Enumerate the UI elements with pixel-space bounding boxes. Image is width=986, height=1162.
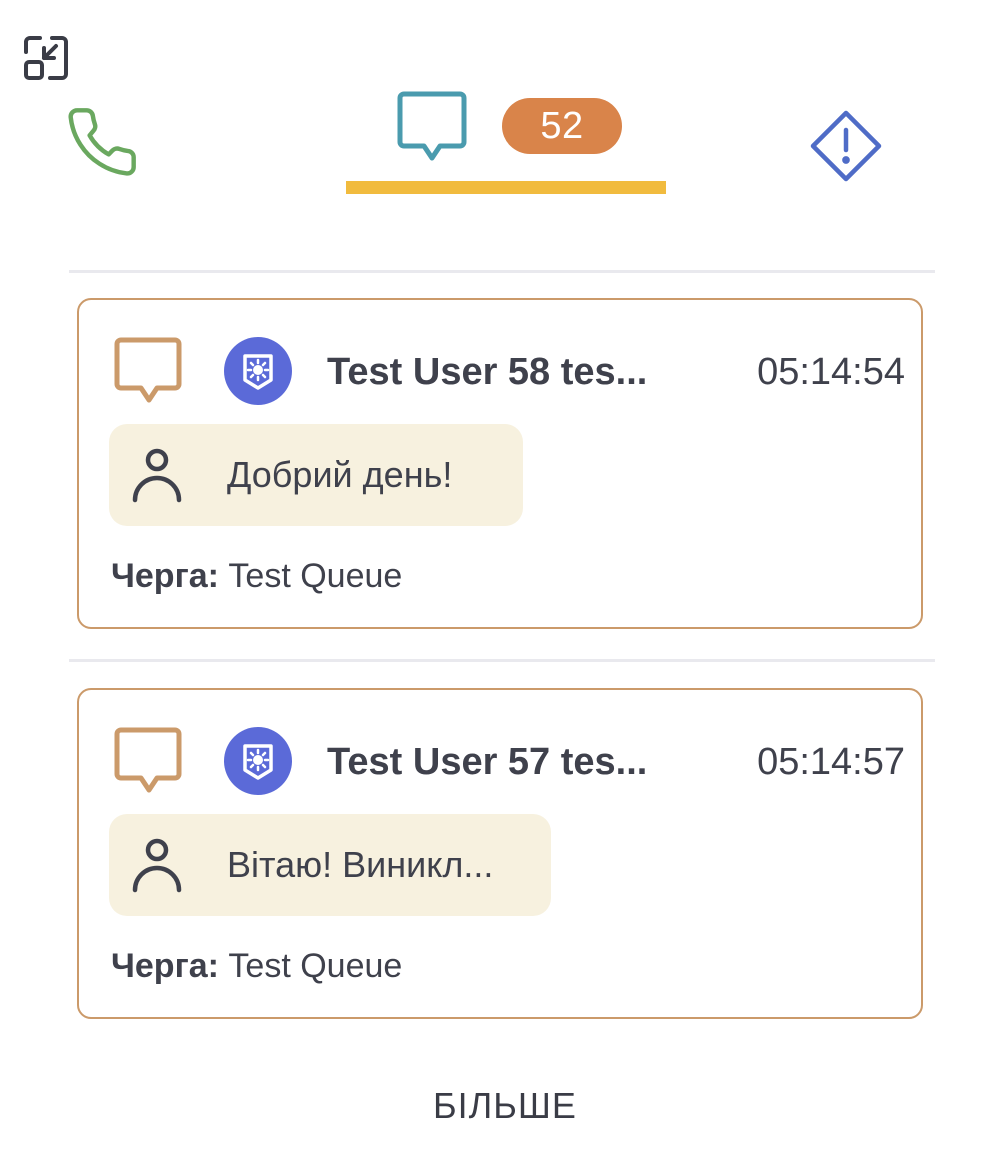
active-tab-indicator	[346, 181, 666, 194]
alert-diamond-icon	[810, 110, 882, 182]
queue-value: Test Queue	[228, 947, 403, 985]
last-message-bubble: Вітаю! Виникл...	[109, 814, 551, 916]
user-icon	[132, 838, 182, 893]
queue-info: Черга: Test Queue	[111, 554, 402, 598]
message-time: 05:14:54	[757, 351, 905, 393]
conversation-card[interactable]: Test User 58 tes... 05:14:54 Добрий день…	[77, 298, 923, 629]
last-message-text: Добрий день!	[227, 454, 453, 495]
contact-name: Test User 58 tes...	[327, 351, 648, 393]
channel-badge-icon	[224, 337, 292, 405]
message-time: 05:14:57	[757, 741, 905, 783]
channel-badge-icon	[224, 727, 292, 795]
divider	[69, 270, 935, 273]
conversation-card[interactable]: Test User 57 tes... 05:14:57 Вітаю! Вини…	[77, 688, 923, 1019]
chat-bubble-icon	[114, 727, 182, 793]
collapse-icon[interactable]	[22, 34, 70, 82]
phone-icon	[68, 108, 136, 176]
contact-name: Test User 57 tes...	[327, 741, 648, 783]
more-button[interactable]: БІЛЬШЕ	[393, 1080, 617, 1132]
user-icon	[132, 448, 182, 503]
tab-calls[interactable]	[64, 104, 140, 180]
queue-label: Черга:	[111, 947, 219, 985]
last-message-text: Вітаю! Виникл...	[227, 844, 494, 885]
tab-alerts[interactable]	[808, 108, 884, 184]
tab-chats[interactable]	[394, 88, 472, 166]
queue-label: Черга:	[111, 557, 219, 595]
divider	[69, 659, 935, 662]
last-message-bubble: Добрий день!	[109, 424, 523, 526]
queue-info: Черга: Test Queue	[111, 944, 402, 988]
chat-bubble-icon	[114, 337, 182, 403]
chat-bubble-icon	[397, 91, 467, 161]
queue-value: Test Queue	[228, 557, 403, 595]
unread-count-badge: 52	[502, 98, 622, 154]
